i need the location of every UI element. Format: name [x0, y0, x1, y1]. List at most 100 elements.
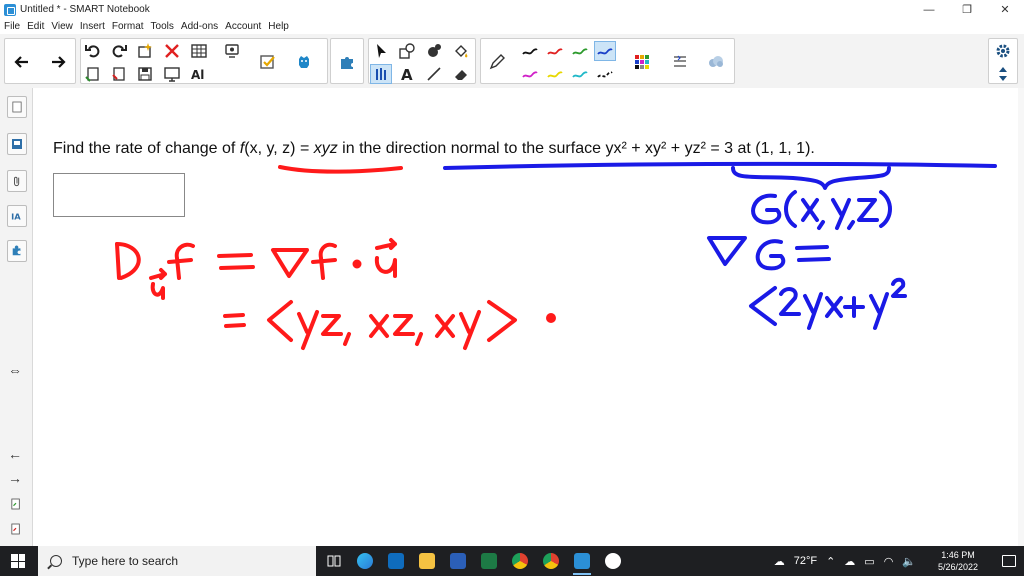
- menu-help[interactable]: Help: [268, 21, 289, 32]
- ink-y: [297, 310, 319, 350]
- eraser-tool-button[interactable]: [450, 64, 472, 84]
- menu-format[interactable]: Format: [112, 21, 144, 32]
- move-toolbar-button[interactable]: [992, 64, 1014, 84]
- edge-app[interactable]: [353, 546, 377, 576]
- vertical-scrollbar[interactable]: [1018, 88, 1024, 546]
- gallery-tab[interactable]: [7, 133, 27, 155]
- text-a-button[interactable]: A: [396, 64, 418, 84]
- add-ons-button[interactable]: [293, 52, 315, 72]
- pen-app[interactable]: [601, 546, 625, 576]
- task-view-button[interactable]: [322, 546, 346, 576]
- outlook-app[interactable]: [384, 546, 408, 576]
- ink-f-2: [311, 242, 337, 280]
- resize-sidebar-icon[interactable]: ⇔: [8, 362, 22, 378]
- chrome-profile-app[interactable]: [539, 546, 563, 576]
- lesson-activity-button[interactable]: [336, 52, 358, 72]
- ink-right-angle: [487, 300, 517, 342]
- import-button[interactable]: [108, 64, 130, 84]
- pen-style-black[interactable]: [519, 41, 541, 61]
- pen-style-dashed[interactable]: [594, 64, 616, 84]
- excel-app[interactable]: [477, 546, 501, 576]
- lab-group: [330, 38, 364, 84]
- new-page-button[interactable]: [134, 41, 156, 61]
- file-explorer-app[interactable]: [415, 546, 439, 576]
- page-sorter-tab[interactable]: [7, 96, 27, 118]
- hidden-icons-chevron-icon[interactable]: ⌃: [826, 555, 835, 568]
- pen-tool-button[interactable]: [370, 64, 392, 84]
- pen-type-button[interactable]: [486, 52, 508, 72]
- puzzle-icon: [341, 57, 353, 69]
- effects-button[interactable]: [705, 52, 727, 72]
- pen-style-cyan[interactable]: [569, 64, 591, 84]
- volume-icon[interactable]: 🔈: [902, 555, 916, 568]
- line-width-button[interactable]: [669, 52, 691, 72]
- line-width-icon: [674, 55, 686, 67]
- menu-account[interactable]: Account: [225, 21, 261, 32]
- menu-add-ons[interactable]: Add-ons: [181, 21, 218, 32]
- blue-brace: [731, 166, 891, 190]
- restore-button[interactable]: ❐: [948, 0, 986, 19]
- save-button[interactable]: [134, 64, 156, 84]
- page-delete-icon[interactable]: [9, 521, 23, 537]
- pen-style-magenta[interactable]: [519, 64, 541, 84]
- notification-center-button[interactable]: [994, 546, 1024, 576]
- onedrive-icon[interactable]: ☁: [844, 555, 855, 568]
- word-app[interactable]: [446, 546, 470, 576]
- sidebar-left-arrow-icon[interactable]: ←: [8, 446, 22, 462]
- wifi-icon[interactable]: ◠: [884, 555, 894, 568]
- delete-button[interactable]: [161, 41, 183, 61]
- undo-button[interactable]: [82, 41, 104, 61]
- arrow-left-icon: [14, 56, 28, 68]
- weather-temperature[interactable]: 72°F: [794, 555, 817, 567]
- insert-table-button[interactable]: [188, 41, 210, 61]
- fill-tool-button[interactable]: [450, 41, 472, 61]
- ink-2: [779, 287, 801, 316]
- eraser-icon: [455, 70, 467, 80]
- menu-file[interactable]: File: [4, 21, 20, 32]
- new-page-icon: [138, 43, 152, 58]
- menu-view[interactable]: View: [51, 21, 73, 32]
- handwritten-ink-layer: [115, 161, 997, 350]
- notebook-page-canvas[interactable]: Find the rate of change of f(x, y, z) = …: [33, 88, 1024, 546]
- menu-insert[interactable]: Insert: [80, 21, 105, 32]
- properties-tab[interactable]: IA: [7, 205, 27, 227]
- clock[interactable]: 1:46 PM 5/26/2022: [928, 549, 988, 573]
- previous-page-button[interactable]: [11, 52, 33, 72]
- redo-icon: [112, 45, 127, 58]
- paperclip-icon: [14, 176, 20, 187]
- page-add-icon[interactable]: [9, 496, 23, 512]
- smart-notebook-taskbar-app[interactable]: [570, 546, 594, 576]
- line-tool-button[interactable]: [423, 64, 445, 84]
- network-icon[interactable]: ▭: [864, 555, 874, 568]
- menu-tools[interactable]: Tools: [151, 21, 174, 32]
- add-ons-tab[interactable]: [7, 240, 27, 262]
- close-button[interactable]: ✕: [986, 0, 1024, 19]
- sidebar-right-arrow-icon[interactable]: →: [8, 470, 22, 486]
- ink-superscript-2: [891, 277, 907, 298]
- chrome-app[interactable]: [508, 546, 532, 576]
- pen-style-yellow[interactable]: [544, 64, 566, 84]
- minimize-button[interactable]: —: [910, 0, 948, 19]
- red-stroke-icon: [547, 48, 563, 55]
- screen-shade-button[interactable]: [161, 64, 183, 84]
- next-page-button[interactable]: [47, 52, 69, 72]
- menu-edit[interactable]: Edit: [27, 21, 44, 32]
- open-button[interactable]: [82, 64, 104, 84]
- color-palette-button[interactable]: [631, 52, 653, 72]
- attachments-tab[interactable]: [7, 170, 27, 192]
- eraser-shapes-button[interactable]: [423, 41, 445, 61]
- pen-style-green[interactable]: [569, 41, 591, 61]
- pen-style-blue[interactable]: [594, 41, 616, 61]
- start-button[interactable]: [0, 546, 36, 576]
- ink-z-blue: [857, 198, 879, 222]
- weather-icon[interactable]: ☁: [774, 555, 785, 568]
- settings-button[interactable]: [992, 41, 1014, 61]
- select-tool-button[interactable]: [370, 41, 392, 61]
- taskbar-search-box[interactable]: Type here to search: [38, 546, 316, 576]
- text-tool-button[interactable]: Al: [188, 64, 210, 84]
- activity-builder-button[interactable]: [257, 52, 279, 72]
- document-camera-button[interactable]: [221, 41, 243, 61]
- pen-style-red[interactable]: [544, 41, 566, 61]
- redo-button[interactable]: [108, 41, 130, 61]
- shapes-tool-button[interactable]: [396, 41, 418, 61]
